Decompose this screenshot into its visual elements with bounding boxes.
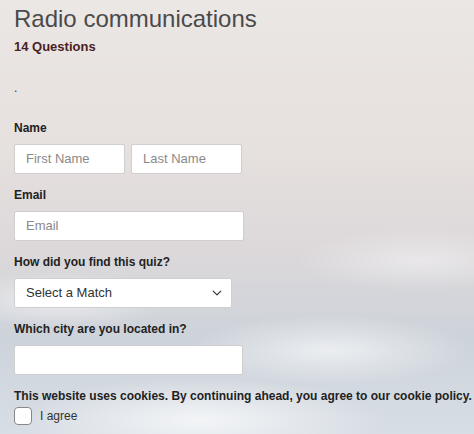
text-field[interactable] xyxy=(14,144,125,174)
select-field[interactable]: Select a Match xyxy=(14,278,232,308)
text-field[interactable] xyxy=(14,211,244,241)
field-inputs xyxy=(14,144,460,174)
text-field[interactable] xyxy=(131,144,242,174)
field-inputs xyxy=(14,211,460,241)
field-label: How did you find this quiz? xyxy=(14,254,460,270)
quiz-note: . xyxy=(14,80,460,96)
question-count: 14 Questions xyxy=(14,38,460,56)
form-field: Which city are you located in? xyxy=(14,321,460,375)
form-field: Name xyxy=(14,120,460,174)
cookie-notice: This website uses cookies. By continuing… xyxy=(14,388,460,404)
form-field: Email xyxy=(14,187,460,241)
field-label: Email xyxy=(14,187,460,203)
quiz-page: Radio communications 14 Questions. Name Ema… xyxy=(0,0,474,425)
form-fields: Name Email How did you find this quiz? Sele… xyxy=(14,120,460,375)
field-label: Which city are you located in? xyxy=(14,321,460,337)
field-inputs: Select a Match xyxy=(14,278,460,308)
quiz-title: Radio communications xyxy=(14,4,460,34)
agree-label[interactable]: I agree xyxy=(40,407,77,425)
field-inputs xyxy=(14,345,460,375)
agree-row: I agree xyxy=(14,407,460,425)
text-field[interactable] xyxy=(14,345,243,375)
agree-checkbox[interactable] xyxy=(14,407,32,425)
form-field: How did you find this quiz? Select a Matc… xyxy=(14,254,460,308)
field-label: Name xyxy=(14,120,460,136)
